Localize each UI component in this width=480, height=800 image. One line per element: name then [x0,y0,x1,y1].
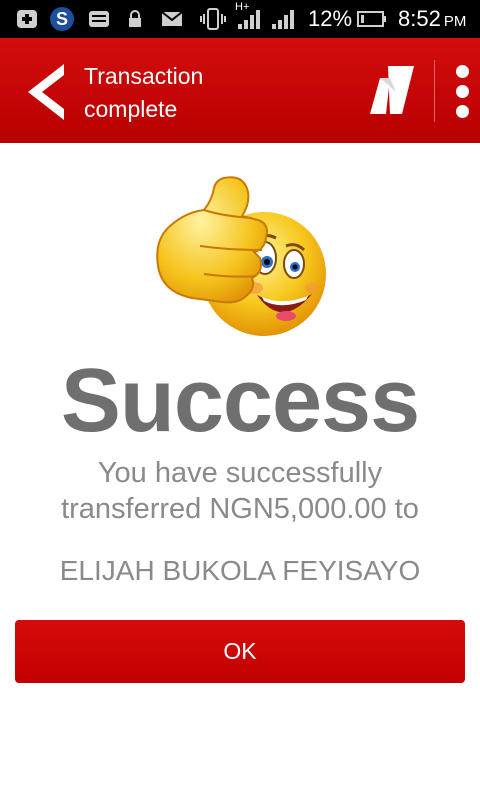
recipient-name: ELIJAH BUKOLA FEYISAYO [59,555,421,586]
add-box-icon [14,0,40,38]
mail-icon [160,0,184,38]
page-title-line2: complete [84,96,178,122]
transfer-message-line1: You have successfully [97,457,383,489]
lock-icon [126,0,144,38]
status-bar: S H+ 12% 8:52 PM [0,0,480,38]
signal-icon [236,0,262,38]
app-bar: Transaction complete [0,38,480,143]
thumbs-up-smiley-icon [152,170,332,342]
page-title: Transaction complete [84,60,324,126]
signal-icon [270,0,296,38]
back-button[interactable] [18,62,74,122]
vibrate-icon [200,0,226,38]
page-title-line1: Transaction [84,63,204,89]
transfer-message: You have successfully transferred NGN5,0… [20,455,460,527]
brand-logo-icon [370,66,414,114]
svg-text:S: S [56,9,68,29]
battery-icon [357,0,387,38]
success-heading: Success [60,351,420,451]
more-options-button[interactable] [448,60,478,124]
transfer-message-line2: transferred NGN5,000.00 to [61,493,419,525]
clock-time: 8:52 PM [398,6,467,31]
storage-icon [86,0,112,38]
ok-button[interactable]: OK [15,620,465,683]
header-divider [434,60,435,122]
battery-percent: 12% [308,6,353,31]
s-app-icon: S [48,0,76,38]
chevron-left-icon [28,64,64,120]
brand-logo-button[interactable] [366,62,418,118]
